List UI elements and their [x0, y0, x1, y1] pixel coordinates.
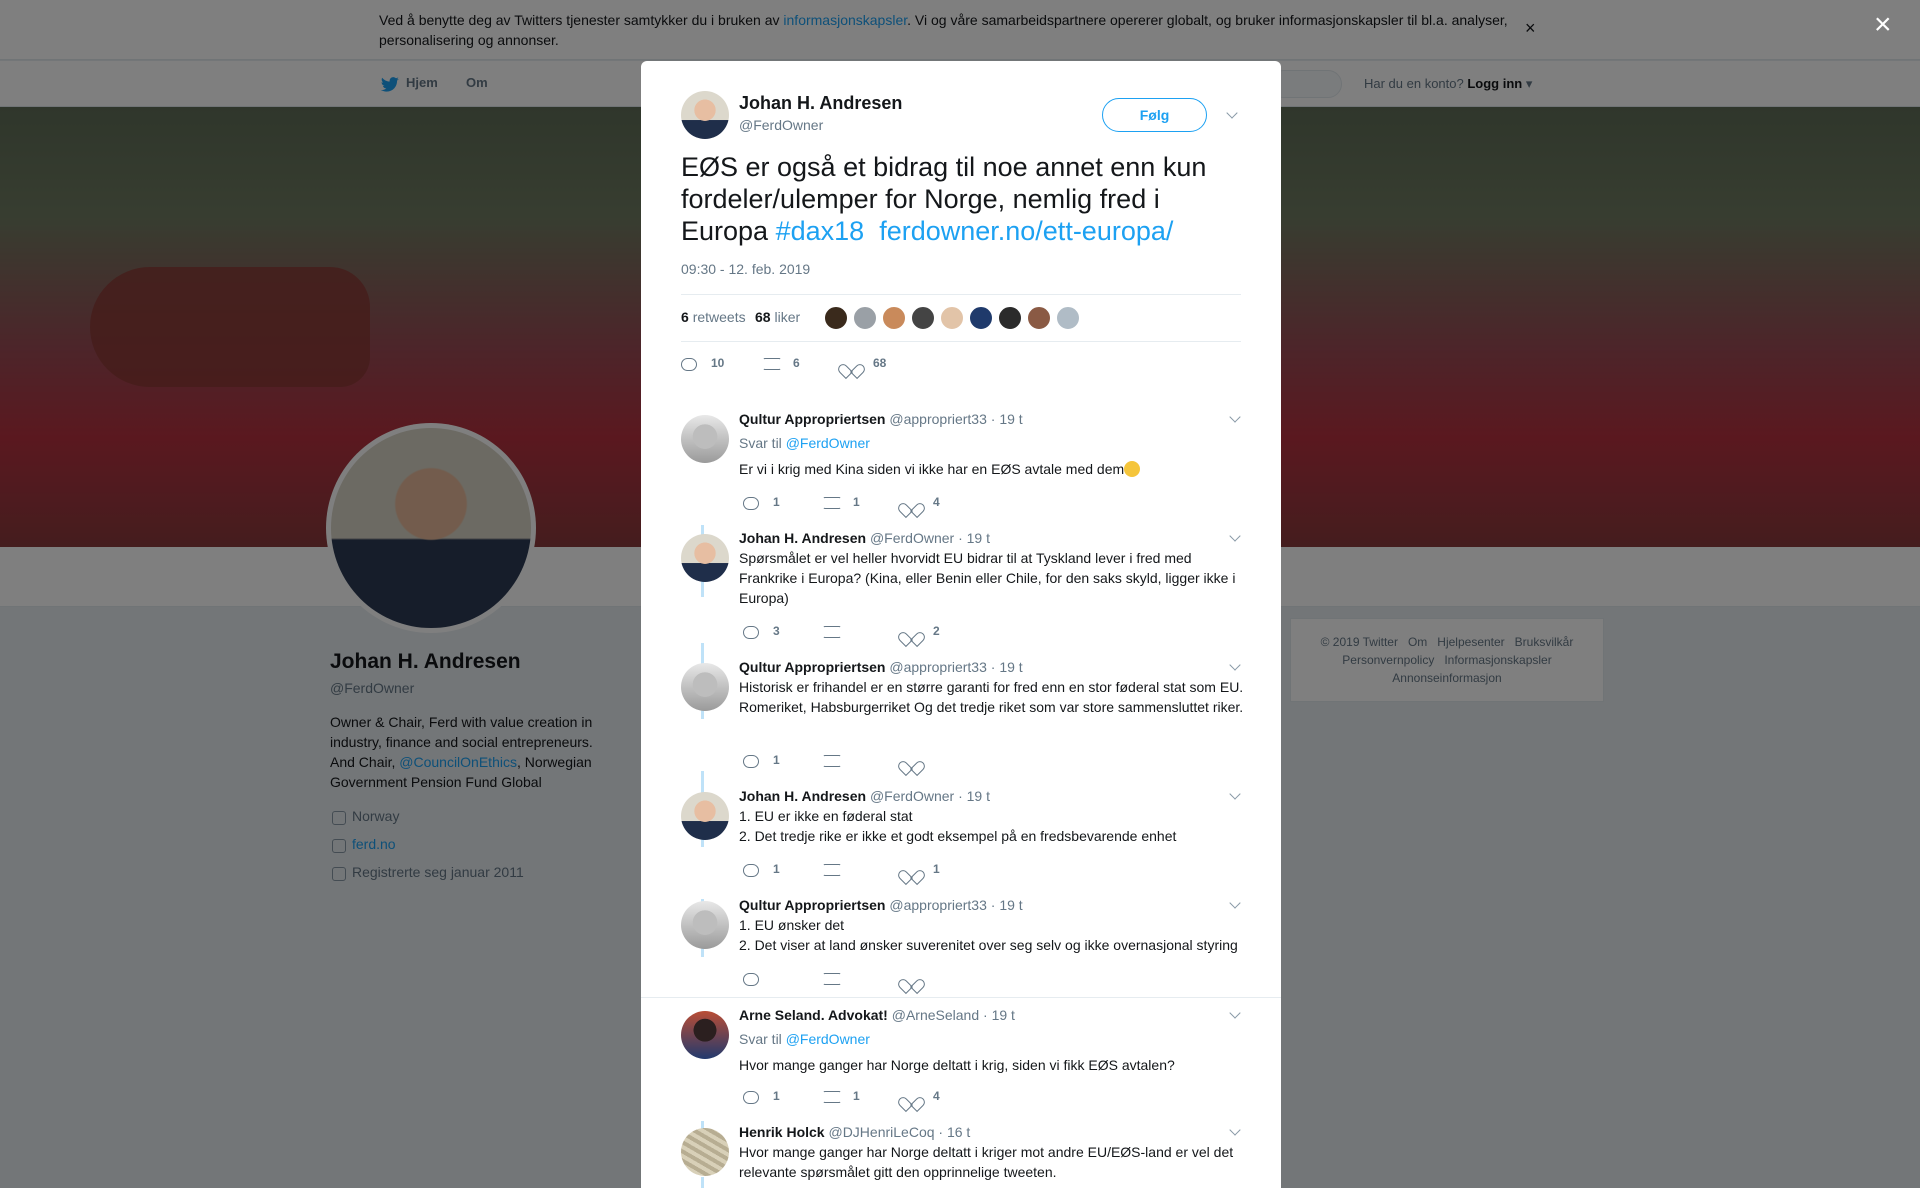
heart-icon: [903, 864, 918, 878]
tweet-actions: 10 6 68: [681, 356, 1241, 380]
reply-text: Spørsmålet er vel heller hvorvidt EU bid…: [739, 550, 1236, 606]
heart-icon: [903, 1091, 918, 1105]
heart-icon: [903, 755, 918, 769]
avatar[interactable]: [681, 415, 729, 463]
thinking-face-icon: [1124, 461, 1141, 477]
chevron-down-icon[interactable]: [1229, 659, 1241, 671]
reply-author-name[interactable]: Johan H. Andresen: [739, 530, 866, 546]
reply-to-link[interactable]: @FerdOwner: [786, 1031, 870, 1047]
tweet-modal: Johan H. Andresen @FerdOwner Følg EØS er…: [641, 61, 1281, 1188]
reply-text: 1. EU er ikke en føderal stat 2. Det tred…: [739, 808, 1177, 844]
tweet-timestamp[interactable]: 09:30 - 12. feb. 2019: [681, 261, 810, 277]
chevron-down-icon[interactable]: [1229, 897, 1241, 909]
liker-avatar[interactable]: [998, 306, 1022, 330]
author-avatar[interactable]: [681, 91, 729, 139]
reply-author-handle[interactable]: @FerdOwner: [870, 530, 954, 546]
liker-avatar[interactable]: [1027, 306, 1051, 330]
reply-text: Historisk er frihandel er en større gara…: [739, 679, 1244, 715]
liker-avatar[interactable]: [853, 306, 877, 330]
reply-icon: [743, 1091, 759, 1104]
author-handle[interactable]: @FerdOwner: [739, 117, 823, 133]
close-icon[interactable]: ×: [1874, 10, 1892, 40]
author-name[interactable]: Johan H. Andresen: [739, 93, 902, 114]
reply-time[interactable]: · 19 t: [958, 530, 990, 546]
hashtag-link[interactable]: #dax18: [776, 216, 865, 246]
follow-button[interactable]: Følg: [1102, 98, 1207, 132]
reply-text: 1. EU ønsker det 2. Det viser at land øns…: [739, 917, 1238, 953]
heart-icon: [903, 626, 918, 640]
heart-icon: [843, 358, 858, 372]
reply-to-link[interactable]: @FerdOwner: [786, 435, 870, 451]
retweet-stat[interactable]: 6 retweets: [681, 309, 746, 325]
reply-icon: [743, 973, 759, 986]
chevron-down-icon[interactable]: [1229, 411, 1241, 423]
avatar[interactable]: [681, 534, 729, 582]
liker-avatar[interactable]: [940, 306, 964, 330]
reply-icon: [681, 358, 697, 371]
retweet-icon: [823, 626, 841, 638]
retweet-icon: [823, 973, 841, 985]
chevron-down-icon[interactable]: [1229, 1124, 1241, 1136]
reply-author-handle[interactable]: @appropriert33: [889, 411, 987, 427]
reply-time[interactable]: · 19 t: [991, 897, 1023, 913]
reply-time[interactable]: · 16 t: [938, 1124, 970, 1140]
retweet-icon: [823, 864, 841, 876]
reply-icon: [743, 497, 759, 510]
reply-icon: [743, 864, 759, 877]
chevron-down-icon[interactable]: [1226, 107, 1238, 119]
liker-avatar[interactable]: [824, 306, 848, 330]
retweet-icon: [763, 358, 781, 370]
reply-author-handle[interactable]: @ArneSeland: [892, 1007, 979, 1023]
tweet-stats: 6 retweets 68 liker: [681, 294, 1241, 342]
reply-author-name[interactable]: Qultur Appropriertsen: [739, 411, 886, 427]
reply-text: Hvor mange ganger har Norge deltatt i kr…: [739, 1144, 1234, 1180]
retweet-icon: [823, 755, 841, 767]
chevron-down-icon[interactable]: [1229, 1007, 1241, 1019]
retweet-icon: [823, 1091, 841, 1103]
avatar[interactable]: [681, 1128, 729, 1176]
reply-author-name[interactable]: Henrik Holck: [739, 1124, 825, 1140]
heart-icon: [903, 497, 918, 511]
retweet-icon: [823, 497, 841, 509]
reply-icon: [743, 755, 759, 768]
avatar[interactable]: [681, 901, 729, 949]
reply-time[interactable]: · 19 t: [991, 411, 1023, 427]
reply-author-name[interactable]: Johan H. Andresen: [739, 788, 866, 804]
avatar[interactable]: [681, 792, 729, 840]
liker-avatar[interactable]: [1056, 306, 1080, 330]
avatar[interactable]: [681, 1011, 729, 1059]
reply-icon: [743, 626, 759, 639]
reply-time[interactable]: · 19 t: [958, 788, 990, 804]
chevron-down-icon[interactable]: [1229, 530, 1241, 542]
reply-author-name[interactable]: Arne Seland. Advokat!: [739, 1007, 888, 1023]
like-stat[interactable]: 68 liker: [755, 309, 800, 325]
reply-author-handle[interactable]: @DJHenriLeCoq: [828, 1124, 934, 1140]
chevron-down-icon[interactable]: [1229, 788, 1241, 800]
tweet-text: EØS er også et bidrag til noe annet enn …: [681, 152, 1207, 246]
reply-text: Er vi i krig med Kina siden vi ikke har …: [739, 459, 1249, 479]
reply-time[interactable]: · 19 t: [983, 1007, 1015, 1023]
tweet-link[interactable]: ferdowner.no/ett-europa/: [879, 216, 1173, 246]
avatar[interactable]: [681, 663, 729, 711]
liker-avatar[interactable]: [969, 306, 993, 330]
heart-icon: [903, 973, 918, 987]
reply-author-name[interactable]: Qultur Appropriertsen: [739, 659, 886, 675]
reply-time[interactable]: · 19 t: [991, 659, 1023, 675]
reply-author-handle[interactable]: @FerdOwner: [870, 788, 954, 804]
reply-author-name[interactable]: Qultur Appropriertsen: [739, 897, 886, 913]
reply-author-handle[interactable]: @appropriert33: [889, 659, 987, 675]
liker-avatar[interactable]: [882, 306, 906, 330]
liker-avatar[interactable]: [911, 306, 935, 330]
reply-author-handle[interactable]: @appropriert33: [889, 897, 987, 913]
reply-text: Hvor mange ganger har Norge deltatt i kr…: [739, 1057, 1175, 1073]
